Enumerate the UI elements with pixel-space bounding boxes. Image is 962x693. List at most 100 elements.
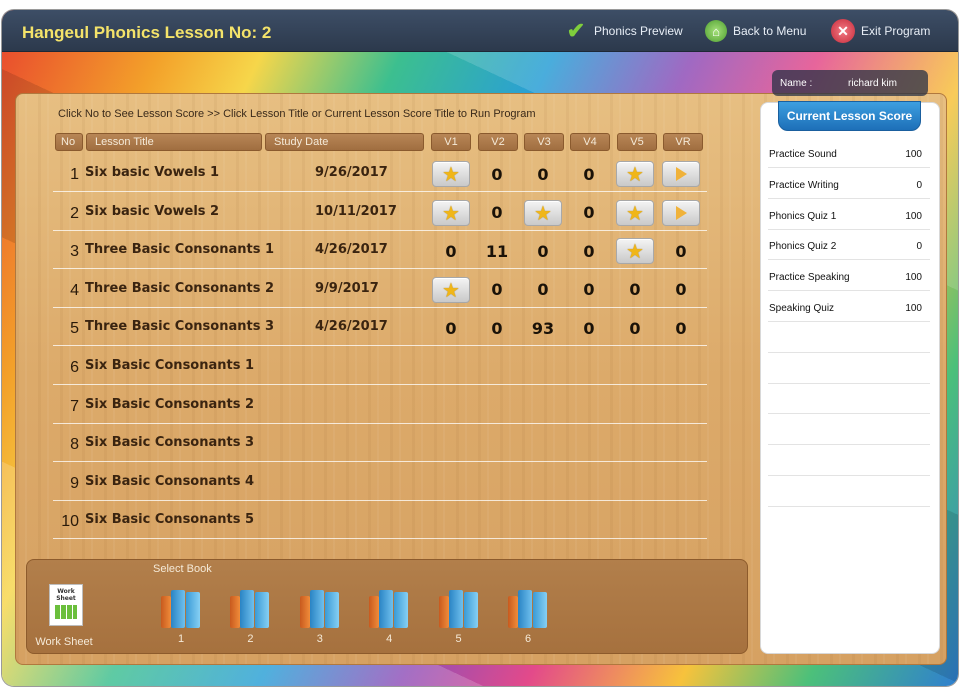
lesson-no[interactable]: 5 bbox=[57, 320, 79, 338]
phonics-preview-button[interactable]: ✔ Phonics Preview bbox=[564, 18, 683, 44]
score-item-value: 100 bbox=[905, 210, 922, 222]
score-item-label: Speaking Quiz bbox=[769, 303, 835, 314]
header-v4: V4 bbox=[570, 133, 610, 151]
lesson-no[interactable]: 2 bbox=[57, 205, 79, 223]
books-icon bbox=[367, 588, 411, 628]
header-v5: V5 bbox=[617, 133, 657, 151]
lesson-title[interactable]: Three Basic Consonants 1 bbox=[85, 242, 274, 257]
score-value: 0 bbox=[537, 241, 549, 261]
star-button[interactable]: ★ bbox=[616, 161, 654, 187]
book-5-button[interactable]: 5 bbox=[434, 588, 484, 645]
books-icon bbox=[506, 588, 550, 628]
book-2-button[interactable]: 2 bbox=[225, 588, 275, 645]
worksheet-label: Work Sheet bbox=[35, 636, 93, 648]
lesson-title[interactable]: Three Basic Consonants 3 bbox=[85, 319, 274, 334]
play-button[interactable] bbox=[662, 199, 700, 226]
lesson-no[interactable]: 4 bbox=[57, 282, 79, 300]
score-item bbox=[768, 476, 930, 507]
score-value: 0 bbox=[491, 280, 503, 300]
star-button[interactable]: ★ bbox=[524, 199, 562, 226]
lesson-no[interactable]: 7 bbox=[57, 398, 79, 416]
star-button[interactable]: ★ bbox=[616, 238, 654, 265]
lesson-no[interactable]: 6 bbox=[57, 359, 79, 377]
score-item: Practice Writing 0 bbox=[768, 168, 930, 199]
current-lesson-score-button[interactable]: Current Lesson Score bbox=[778, 101, 921, 131]
lesson-no[interactable]: 8 bbox=[57, 436, 79, 454]
lesson-title[interactable]: Six basic Vowels 2 bbox=[85, 204, 219, 219]
score-value: 0 bbox=[491, 203, 503, 223]
score-item-value: 100 bbox=[905, 149, 922, 160]
score-value: 0 bbox=[491, 318, 503, 338]
lesson-row: 9 Six Basic Consonants 4 bbox=[53, 463, 707, 501]
score-item-value: 0 bbox=[916, 179, 922, 191]
score-value: 0 bbox=[537, 164, 549, 184]
lesson-title[interactable]: Three Basic Consonants 2 bbox=[85, 281, 274, 296]
book-number: 6 bbox=[524, 633, 532, 645]
lesson-row: 3 Three Basic Consonants 1 4/26/2017 0 11 0 0 ★… bbox=[53, 231, 707, 270]
book-3-button[interactable]: 3 bbox=[295, 588, 345, 645]
home-icon: ⌂ bbox=[705, 20, 727, 42]
star-button[interactable]: ★ bbox=[432, 161, 470, 187]
exit-program-button[interactable]: ✕ Exit Program bbox=[831, 18, 930, 44]
lesson-title[interactable]: Six Basic Consonants 1 bbox=[85, 358, 254, 373]
score-item-value: 100 bbox=[905, 272, 922, 284]
back-to-menu-button[interactable]: ⌂ Back to Menu bbox=[705, 18, 806, 44]
score-value: 11 bbox=[485, 241, 509, 261]
score-item bbox=[768, 383, 930, 415]
score-value: 0 bbox=[675, 241, 687, 261]
lesson-no[interactable]: 9 bbox=[57, 475, 79, 493]
score-value: 0 bbox=[583, 241, 595, 261]
star-icon[interactable]: ★ bbox=[432, 161, 470, 187]
book-4-button[interactable]: 4 bbox=[364, 588, 414, 645]
score-item-label: Practice Sound bbox=[769, 149, 837, 160]
score-item: Practice Sound 100 bbox=[768, 137, 930, 168]
play-icon[interactable] bbox=[662, 161, 700, 187]
lesson-no[interactable]: 1 bbox=[57, 166, 79, 184]
books-icon bbox=[228, 588, 272, 628]
score-value: 0 bbox=[445, 241, 457, 261]
lesson-row: 8 Six Basic Consonants 3 bbox=[53, 424, 707, 463]
score-item bbox=[768, 445, 930, 476]
score-item-value: 100 bbox=[905, 303, 922, 314]
score-value: 0 bbox=[629, 318, 641, 338]
lesson-row: 6 Six Basic Consonants 1 bbox=[53, 347, 707, 385]
score-value: 0 bbox=[537, 280, 549, 300]
header-lesson-title: Lesson Title bbox=[86, 133, 262, 151]
lesson-title[interactable]: Six Basic Consonants 5 bbox=[85, 512, 254, 527]
lesson-title[interactable]: Six Basic Consonants 4 bbox=[85, 474, 254, 489]
play-icon[interactable] bbox=[662, 199, 700, 226]
star-button[interactable]: ★ bbox=[432, 276, 470, 303]
worksheet-button[interactable]: Work Sheet Work Sheet bbox=[35, 584, 96, 648]
lesson-row: 5 Three Basic Consonants 3 4/26/2017 0 0 93 0 0… bbox=[53, 308, 707, 347]
lesson-row: 1 Six basic Vowels 1 9/26/2017 ★ 0 0 0 ★ bbox=[53, 154, 707, 192]
lesson-title[interactable]: Six basic Vowels 1 bbox=[85, 165, 219, 180]
lesson-row: 10 Six Basic Consonants 5 bbox=[53, 501, 707, 540]
star-icon[interactable]: ★ bbox=[524, 199, 562, 226]
star-button[interactable]: ★ bbox=[432, 199, 470, 226]
star-icon[interactable]: ★ bbox=[616, 199, 654, 226]
lesson-row: 2 Six basic Vowels 2 10/11/2017 ★ 0 ★ 0 ★ bbox=[53, 193, 707, 231]
header-v2: V2 bbox=[478, 133, 518, 151]
lesson-no[interactable]: 3 bbox=[57, 243, 79, 261]
score-item-value: 0 bbox=[916, 241, 922, 253]
study-date: 4/26/2017 bbox=[315, 319, 388, 335]
star-button[interactable]: ★ bbox=[616, 199, 654, 226]
star-icon[interactable]: ★ bbox=[432, 199, 470, 226]
window-title: Hangeul Phonics Lesson No: 2 bbox=[22, 23, 272, 42]
star-icon[interactable]: ★ bbox=[616, 161, 654, 187]
lesson-title[interactable]: Six Basic Consonants 3 bbox=[85, 435, 254, 450]
star-icon[interactable]: ★ bbox=[432, 276, 470, 303]
book-number: 3 bbox=[316, 633, 323, 645]
book-6-button[interactable]: 6 bbox=[503, 588, 553, 645]
score-item-label: Phonics Quiz 1 bbox=[769, 210, 837, 222]
book-1-button[interactable]: 1 bbox=[156, 588, 206, 645]
play-button[interactable] bbox=[662, 161, 700, 187]
header-v1: V1 bbox=[431, 133, 471, 151]
lesson-title[interactable]: Six Basic Consonants 2 bbox=[85, 397, 254, 412]
lesson-no[interactable]: 10 bbox=[57, 513, 79, 531]
study-date: 4/26/2017 bbox=[315, 242, 388, 258]
score-item bbox=[768, 322, 930, 353]
score-item: Phonics Quiz 1 100 bbox=[768, 199, 930, 230]
study-date: 9/9/2017 bbox=[315, 280, 379, 296]
star-icon[interactable]: ★ bbox=[616, 238, 654, 265]
